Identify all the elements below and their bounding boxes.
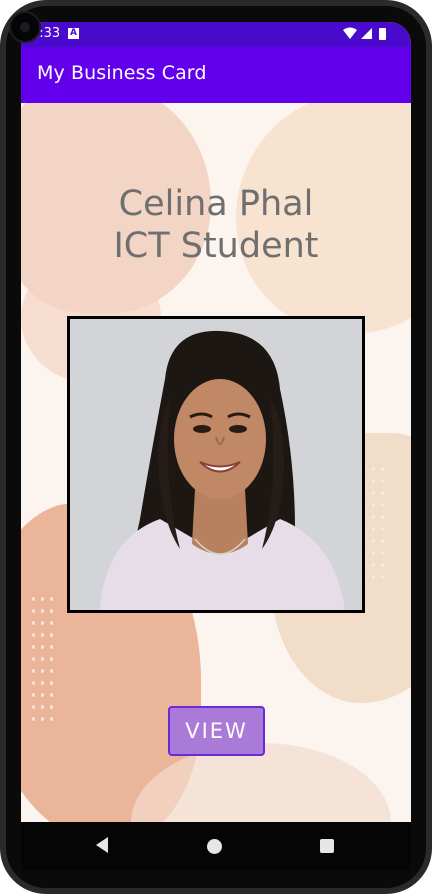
battery-icon [379,28,386,40]
name-heading: Celina Phal ICT Student [21,183,411,267]
home-icon[interactable] [207,839,222,854]
status-bar: 2:33 A [21,22,411,47]
wifi-icon [343,27,357,39]
portrait-photo [70,319,362,610]
back-icon[interactable] [94,836,110,854]
profile-photo [70,319,362,610]
navigation-bar [21,822,411,870]
signal-icon [361,28,372,39]
background-dots [29,593,59,723]
app-bar: My Business Card [21,47,411,103]
app-title: My Business Card [37,62,207,84]
app-screen: 2:33 A My Business Card Celina Phal ICT … [21,22,411,822]
front-camera-icon [11,13,39,41]
card-role: ICT Student [113,226,319,266]
card-content: Celina Phal ICT Student VIEW [21,103,411,822]
card-name: Celina Phal [118,184,314,224]
recents-icon[interactable] [320,839,334,853]
profile-photo-frame [67,316,365,613]
status-icons [343,27,386,40]
view-button[interactable]: VIEW [168,706,265,756]
a-icon: A [68,28,79,39]
